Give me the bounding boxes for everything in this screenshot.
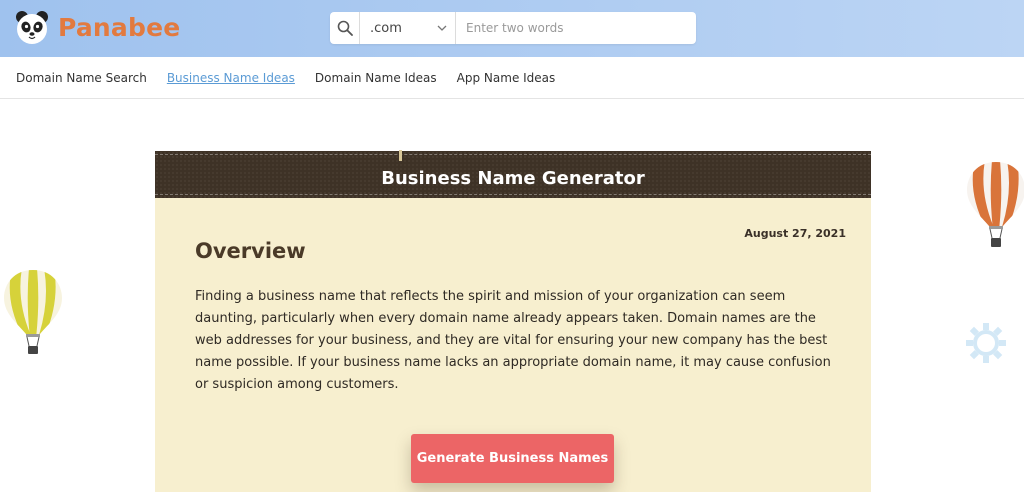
main-nav: Domain Name Search Business Name Ideas D… [0,57,1024,99]
site-header: Panabee .com [0,0,1024,57]
search-button[interactable] [330,12,360,44]
brand-name: Panabee [58,12,181,42]
gear-icon [966,323,1006,363]
orange-balloon-icon [967,162,1024,247]
nav-item-app-name-ideas[interactable]: App Name Ideas [457,71,556,85]
yellow-balloon-icon [4,270,62,354]
post-date: August 27, 2021 [744,227,846,240]
logo[interactable]: Panabee [14,9,180,45]
overview-paragraph: Finding a business name that reflects th… [195,289,831,392]
generate-business-names-button[interactable]: Generate Business Names [411,434,614,483]
search-input[interactable] [456,13,696,43]
tld-value: .com [370,20,402,36]
nav-item-domain-name-ideas[interactable]: Domain Name Ideas [315,71,437,85]
nav-item-business-name-ideas[interactable]: Business Name Ideas [167,71,295,85]
search-icon [337,20,353,36]
card-title: Business Name Generator [381,168,645,189]
nav-item-domain-name-search[interactable]: Domain Name Search [16,71,147,85]
tld-select[interactable]: .com [360,12,456,44]
search-bar: .com [330,12,696,44]
card-header: Business Name Generator [155,150,871,198]
overview-heading: Overview [195,239,306,263]
chevron-down-icon [437,25,447,31]
business-name-generator-card: Business Name Generator August 27, 2021 … [155,150,871,492]
panda-logo-icon [16,11,48,44]
hanging-rope [399,150,402,161]
